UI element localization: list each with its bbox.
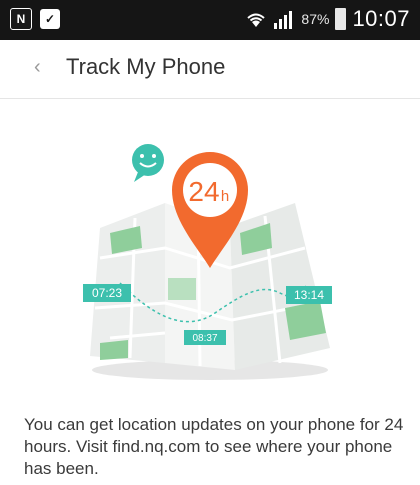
status-bar-right: 87% 10:07 <box>245 6 410 32</box>
notification-n-icon: N <box>10 8 32 30</box>
track-map-illustration: 24 h 07:23 13:14 08:37 <box>83 144 332 380</box>
time-label-text: 08:37 <box>192 333 217 344</box>
pin-unit: h <box>221 188 229 205</box>
clock: 10:07 <box>352 6 410 31</box>
page-title: Track My Phone <box>66 54 226 79</box>
time-label: 13:14 <box>286 286 332 304</box>
map-park <box>100 340 128 360</box>
map-panel <box>90 203 165 363</box>
map-park <box>168 278 196 300</box>
battery-percent: 87% <box>301 11 330 27</box>
n-glyph: N <box>16 12 26 26</box>
smiley-bubble-icon <box>132 144 164 182</box>
clipboard-check-icon: ✓ <box>40 9 60 29</box>
signal-icon <box>274 11 293 29</box>
battery-icon <box>335 8 347 30</box>
time-label: 07:23 <box>83 284 131 302</box>
wifi-icon <box>247 13 266 27</box>
back-button[interactable]: ‹ <box>34 56 41 79</box>
time-label-text: 07:23 <box>92 286 122 300</box>
status-bar: N ✓ 87% 10:07 <box>0 0 420 40</box>
time-label-text: 13:14 <box>294 288 324 302</box>
pin-hours: 24 <box>188 176 219 207</box>
app-bar: ‹ Track My Phone <box>0 40 420 99</box>
status-bar-left: N ✓ <box>10 8 60 30</box>
time-label: 08:37 <box>184 330 226 345</box>
description-text: You can get location updates on your pho… <box>24 415 404 478</box>
map-park <box>285 301 326 340</box>
